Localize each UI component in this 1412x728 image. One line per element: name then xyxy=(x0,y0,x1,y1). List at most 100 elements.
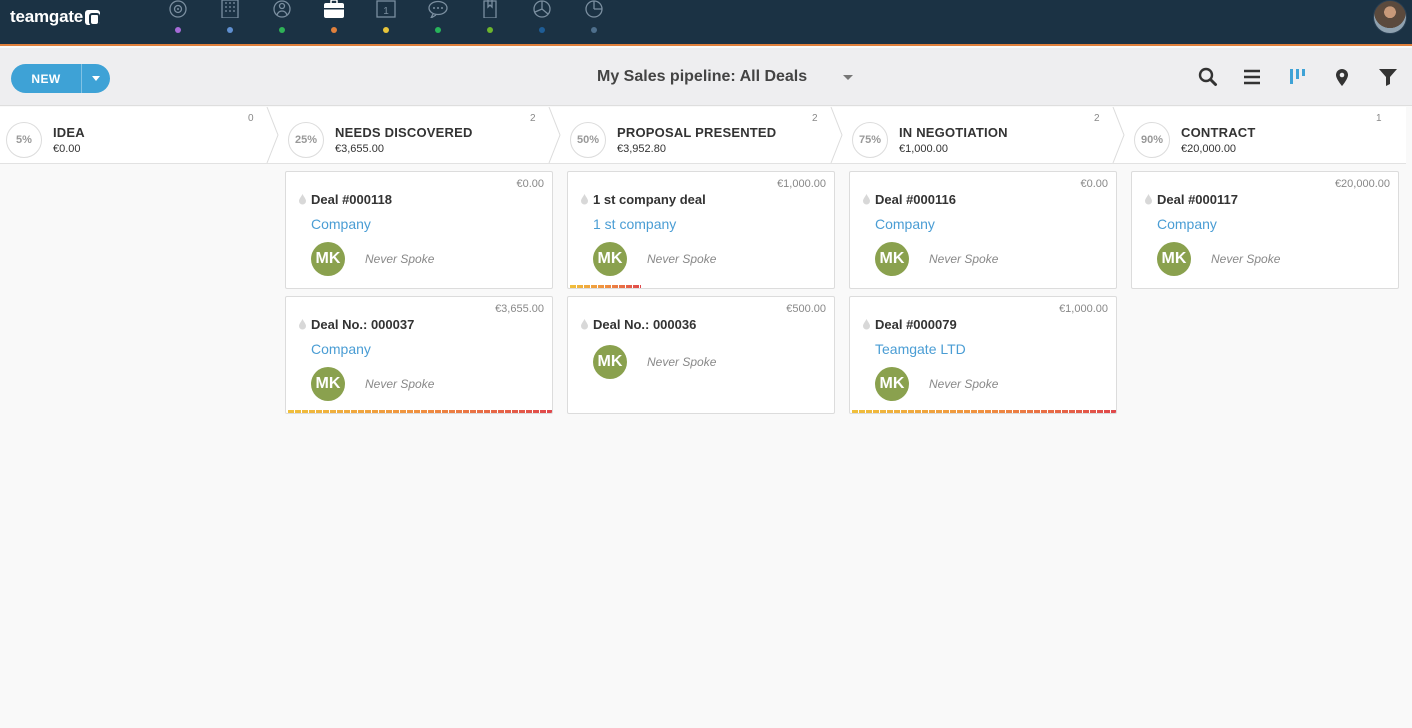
deal-amount: €0.00 xyxy=(1080,178,1108,190)
nav-dot xyxy=(279,27,285,33)
stage-separator xyxy=(830,107,844,163)
kanban-view-icon[interactable] xyxy=(1287,66,1309,88)
deal-card[interactable]: €3,655.00 Deal No.: 000037 Company MK Ne… xyxy=(285,296,553,414)
stage-total: €3,655.00 xyxy=(335,143,384,155)
deal-title[interactable]: Deal #000117 xyxy=(1157,192,1238,207)
nav-dot xyxy=(383,27,389,33)
deal-company-link[interactable]: Company xyxy=(875,216,935,232)
deal-company-link[interactable]: Company xyxy=(311,341,371,357)
pipeline-toolbar: NEW My Sales pipeline: All Deals xyxy=(0,48,1412,106)
deal-card[interactable]: €0.00 Deal #000118 Company MK Never Spok… xyxy=(285,171,553,289)
owner-avatar[interactable]: MK xyxy=(311,242,345,276)
deal-title[interactable]: Deal No.: 000037 xyxy=(311,317,414,332)
owner-avatar[interactable]: MK xyxy=(1157,242,1191,276)
search-icon[interactable] xyxy=(1197,66,1219,88)
owner-avatar[interactable]: MK xyxy=(875,242,909,276)
filter-icon[interactable] xyxy=(1377,66,1399,88)
nav-item-deals[interactable] xyxy=(316,0,368,44)
deal-amount: €1,000.00 xyxy=(1059,303,1108,315)
nav-item-dashboard[interactable] xyxy=(160,0,212,44)
stage-total: €0.00 xyxy=(53,143,81,155)
nav-item-people[interactable] xyxy=(264,0,316,44)
stage-count: 2 xyxy=(530,113,536,124)
map-pin-icon[interactable] xyxy=(1331,66,1353,88)
stage-separator xyxy=(548,107,562,163)
list-view-icon[interactable] xyxy=(1241,66,1263,88)
deal-title[interactable]: Deal #000116 xyxy=(875,192,956,207)
drop-icon xyxy=(298,194,307,205)
stage-probability: 25% xyxy=(288,122,324,158)
pipeline-dropdown-icon[interactable] xyxy=(843,75,853,80)
stage-name: NEEDS DISCOVERED xyxy=(335,125,473,140)
nav-dot xyxy=(175,27,181,33)
deal-status: Never Spoke xyxy=(365,377,435,391)
deal-title[interactable]: 1 st company deal xyxy=(593,192,706,207)
stage-idea[interactable]: 5% IDEA €0.00 0 xyxy=(0,107,282,163)
stage-probability: 90% xyxy=(1134,122,1170,158)
nav-dot xyxy=(227,27,233,33)
stage-in-negotiation[interactable]: 75% IN NEGOTIATION €1,000.00 2 xyxy=(846,107,1128,163)
new-button-label: NEW xyxy=(31,71,61,86)
deal-card[interactable]: €0.00 Deal #000116 Company MK Never Spok… xyxy=(849,171,1117,289)
pie-chart-icon xyxy=(532,0,552,18)
pipeline-title[interactable]: My Sales pipeline: All Deals xyxy=(597,68,807,86)
nav-dot xyxy=(539,27,545,33)
stage-total: €20,000.00 xyxy=(1181,143,1237,155)
deal-age-bar xyxy=(570,285,641,288)
stage-name: IDEA xyxy=(53,125,85,140)
deal-card[interactable]: €20,000.00 Deal #000117 Company MK Never… xyxy=(1131,171,1399,289)
user-avatar[interactable] xyxy=(1373,0,1407,34)
deal-card[interactable]: €1,000.00 1 st company deal 1 st company… xyxy=(567,171,835,289)
stage-name: IN NEGOTIATION xyxy=(899,125,1008,140)
deal-title[interactable]: Deal #000118 xyxy=(311,192,392,207)
deal-company-link[interactable]: Company xyxy=(1157,216,1217,232)
owner-avatar[interactable]: MK xyxy=(875,367,909,401)
deal-age-bar xyxy=(288,410,552,413)
top-navigation-bar: teamgate 1 xyxy=(0,0,1412,46)
deal-company-link[interactable]: Teamgate LTD xyxy=(875,341,966,357)
svg-text:1: 1 xyxy=(383,6,389,17)
stage-total: €1,000.00 xyxy=(899,143,948,155)
deal-company-link[interactable]: 1 st company xyxy=(593,216,676,232)
deal-amount: €20,000.00 xyxy=(1334,178,1390,190)
person-icon xyxy=(272,0,292,18)
nav-item-documents[interactable] xyxy=(472,0,524,44)
new-button[interactable]: NEW xyxy=(11,64,110,93)
logo-hand-icon xyxy=(85,9,101,26)
nav-item-reports[interactable] xyxy=(524,0,576,44)
deal-card[interactable]: €500.00 Deal No.: 000036 MK Never Spoke xyxy=(567,296,835,414)
deal-status: Never Spoke xyxy=(929,377,999,391)
nav-item-conversations[interactable] xyxy=(420,0,472,44)
chevron-down-icon[interactable] xyxy=(92,76,100,81)
drop-icon xyxy=(862,319,871,330)
deal-title[interactable]: Deal No.: 000036 xyxy=(593,317,696,332)
nav-item-companies[interactable] xyxy=(212,0,264,44)
deal-status: Never Spoke xyxy=(929,252,999,266)
nav-dot xyxy=(331,27,337,33)
teamgate-logo[interactable]: teamgate xyxy=(10,7,101,27)
owner-avatar[interactable]: MK xyxy=(311,367,345,401)
deal-company-link[interactable]: Company xyxy=(311,216,371,232)
deal-amount: €0.00 xyxy=(516,178,544,190)
deal-status: Never Spoke xyxy=(647,355,717,369)
stage-count: 2 xyxy=(1094,113,1100,124)
deal-amount: €3,655.00 xyxy=(495,303,544,315)
owner-avatar[interactable]: MK xyxy=(593,345,627,379)
pie-chart-icon xyxy=(584,0,604,18)
stage-count: 0 xyxy=(248,113,254,124)
stage-contract[interactable]: 90% CONTRACT €20,000.00 1 xyxy=(1128,107,1406,163)
stage-total: €3,952.80 xyxy=(617,143,666,155)
stage-count: 2 xyxy=(812,113,818,124)
stage-proposal-presented[interactable]: 50% PROPOSAL PRESENTED €3,952.80 2 xyxy=(564,107,846,163)
deal-card[interactable]: €1,000.00 Deal #000079 Teamgate LTD MK N… xyxy=(849,296,1117,414)
deal-title[interactable]: Deal #000079 xyxy=(875,317,957,332)
nav-item-insights[interactable] xyxy=(576,0,628,44)
nav-item-calendar[interactable]: 1 xyxy=(368,0,420,44)
deal-amount: €1,000.00 xyxy=(777,178,826,190)
nav-dot xyxy=(487,27,493,33)
stage-needs-discovered[interactable]: 25% NEEDS DISCOVERED €3,655.00 2 xyxy=(282,107,564,163)
building-icon xyxy=(220,0,240,18)
stage-probability: 50% xyxy=(570,122,606,158)
drop-icon xyxy=(298,319,307,330)
owner-avatar[interactable]: MK xyxy=(593,242,627,276)
